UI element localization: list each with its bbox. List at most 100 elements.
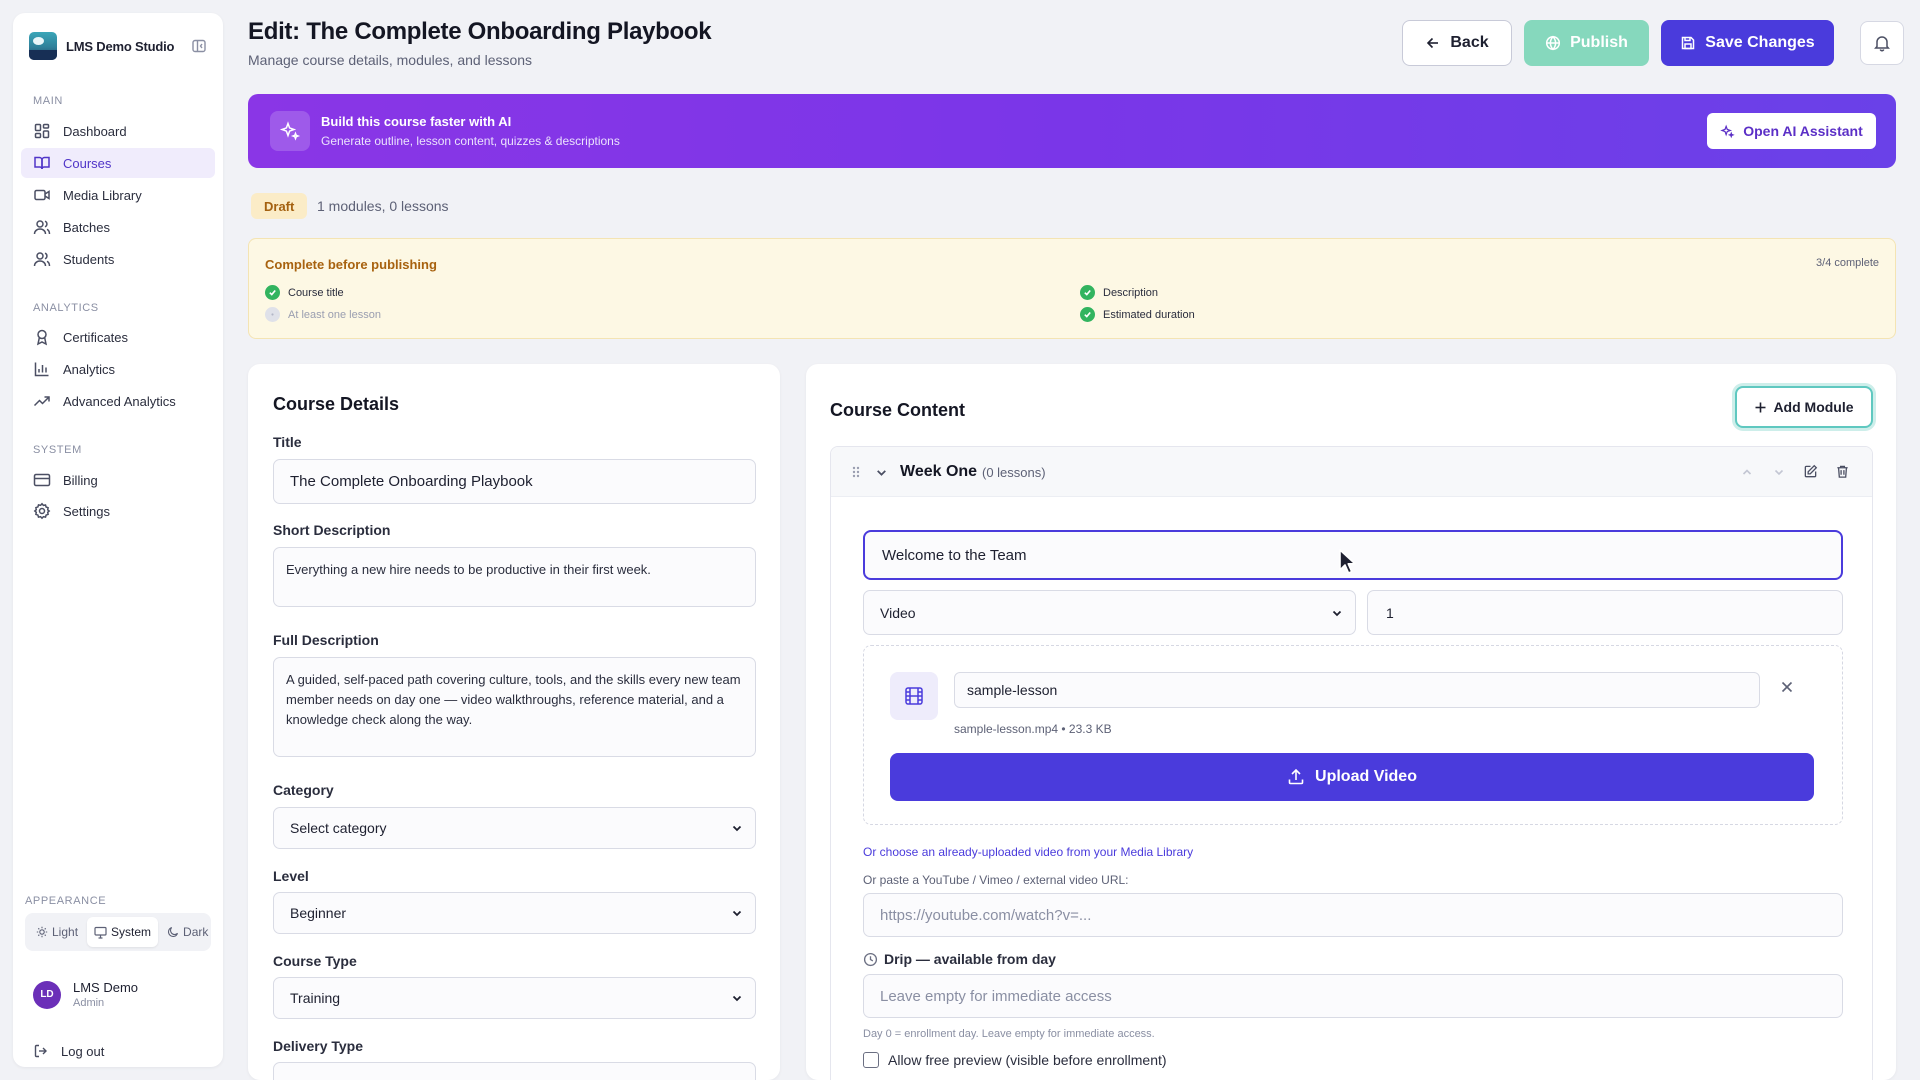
checklist-item: Course title (265, 285, 344, 300)
category-select[interactable]: Select category (273, 807, 756, 849)
bar-chart-icon (33, 360, 51, 378)
save-changes-button[interactable]: Save Changes (1661, 20, 1834, 66)
back-button-label: Back (1450, 34, 1489, 51)
monitor-icon (94, 926, 107, 939)
globe-icon (1545, 35, 1561, 51)
ai-banner-title: Build this course faster with AI (321, 114, 512, 129)
move-down-icon[interactable] (1773, 466, 1785, 478)
logout-button[interactable]: Log out (33, 1043, 104, 1059)
notifications-button[interactable] (1860, 21, 1904, 65)
drip-label: Drip — available from day (863, 951, 1056, 967)
title-label: Title (273, 434, 302, 450)
free-preview-checkbox[interactable] (863, 1052, 879, 1068)
publish-button-label: Publish (1570, 34, 1628, 51)
close-icon[interactable] (1780, 680, 1794, 694)
sidebar-item-label: Certificates (63, 329, 129, 345)
video-upload-zone: sample-lesson sample-lesson.mp4 • 23.3 K… (863, 645, 1843, 825)
media-library-link[interactable]: Or choose an already-uploaded video from… (863, 845, 1193, 859)
drip-day-input[interactable]: Leave empty for immediate access (863, 974, 1843, 1018)
bell-icon (1873, 34, 1891, 52)
gear-icon (33, 502, 51, 520)
dashboard-icon (33, 122, 51, 140)
appearance-label: APPEARANCE (25, 895, 107, 907)
theme-light-option[interactable]: Light (29, 917, 85, 947)
sidebar-item-label: Dashboard (63, 123, 127, 139)
drag-handle-icon[interactable] (851, 465, 861, 479)
course-content-heading: Course Content (830, 400, 965, 420)
arrow-left-icon (1425, 35, 1441, 51)
video-icon (33, 186, 51, 204)
checklist-item-label: Description (1103, 286, 1159, 299)
save-changes-label: Save Changes (1705, 34, 1815, 51)
short-description-textarea[interactable]: Everything a new hire needs to be produc… (273, 547, 756, 607)
short-description-label: Short Description (273, 522, 391, 538)
upload-video-label: Upload Video (1315, 768, 1417, 785)
sidebar-item-advanced-analytics[interactable]: Advanced Analytics (21, 386, 215, 416)
lesson-order-input[interactable]: 1 (1367, 590, 1843, 635)
drip-label-text: Drip — available from day (884, 951, 1056, 967)
chevron-down-icon (731, 907, 743, 919)
checklist-item-label: Estimated duration (1103, 308, 1195, 321)
module-panel: Week One (0 lessons) Welcome to the Team… (830, 446, 1873, 1080)
checklist-item: Estimated duration (1080, 307, 1195, 322)
sidebar-item-students[interactable]: Students (21, 244, 215, 274)
sidebar-item-analytics[interactable]: Analytics (21, 354, 215, 384)
module-lesson-count: (0 lessons) (982, 465, 1046, 480)
upload-video-button[interactable]: Upload Video (890, 753, 1814, 801)
lesson-type-select[interactable]: Video (863, 590, 1356, 635)
user-role: Admin (73, 997, 105, 1009)
move-up-icon[interactable] (1741, 466, 1753, 478)
sidebar-item-label: Analytics (63, 361, 116, 377)
page-subtitle: Manage course details, modules, and less… (248, 52, 533, 68)
course-type-select-value: Training (290, 990, 341, 1006)
sparkles-icon (1720, 124, 1735, 139)
full-description-label: Full Description (273, 632, 379, 648)
award-icon (33, 328, 51, 346)
sidebar-item-media-library[interactable]: Media Library (21, 180, 215, 210)
checklist-item-label: At least one lesson (288, 308, 381, 321)
check-circle-icon (1080, 285, 1095, 300)
edit-icon[interactable] (1803, 464, 1818, 479)
avatar: LD (33, 980, 61, 1009)
publish-button[interactable]: Publish (1524, 20, 1649, 66)
sidebar-item-billing[interactable]: Billing (21, 465, 215, 495)
add-module-button[interactable]: Add Module (1735, 386, 1873, 428)
trash-icon[interactable] (1835, 464, 1850, 479)
sidebar-item-dashboard[interactable]: Dashboard (21, 116, 215, 146)
full-description-textarea[interactable]: A guided, self-paced path covering cultu… (273, 657, 756, 757)
sidebar-item-label: Media Library (63, 187, 142, 203)
mouse-cursor-icon (1338, 548, 1360, 576)
open-ai-assistant-button[interactable]: Open AI Assistant (1707, 113, 1876, 149)
sparkles-icon (270, 111, 310, 151)
course-details-card: Course Details Title The Complete Onboar… (248, 364, 780, 1080)
video-file-name-input[interactable]: sample-lesson (954, 672, 1760, 708)
sidebar-item-label: Billing (63, 472, 98, 488)
trending-up-icon (33, 392, 51, 410)
video-url-input[interactable]: https://youtube.com/watch?v=... (863, 893, 1843, 937)
chevron-down-icon[interactable] (875, 466, 888, 479)
course-type-select[interactable]: Training (273, 977, 756, 1019)
delivery-type-select[interactable] (273, 1062, 756, 1080)
plus-icon (1754, 401, 1767, 414)
title-input[interactable]: The Complete Onboarding Playbook (273, 459, 756, 504)
level-select[interactable]: Beginner (273, 892, 756, 934)
sidebar-item-label: Courses (63, 155, 112, 171)
sidebar-item-courses[interactable]: Courses (21, 148, 215, 178)
free-preview-option: Allow free preview (visible before enrol… (863, 1052, 1167, 1068)
credit-card-icon (33, 471, 51, 489)
theme-switcher: Light System Dark (25, 913, 211, 951)
theme-dark-option[interactable]: Dark (160, 917, 215, 947)
sidebar-item-settings[interactable]: Settings (21, 496, 215, 526)
theme-system-option[interactable]: System (87, 917, 159, 947)
open-ai-assistant-label: Open AI Assistant (1743, 123, 1863, 139)
lesson-type-value: Video (880, 604, 916, 621)
sidebar-item-label: Students (63, 251, 115, 267)
theme-option-label: Dark (183, 925, 209, 939)
theme-option-label: Light (52, 925, 79, 939)
sidebar: LMS Demo Studio MAIN Dashboard Courses M… (13, 13, 223, 1067)
sidebar-item-batches[interactable]: Batches (21, 212, 215, 242)
back-button[interactable]: Back (1402, 20, 1512, 66)
user-profile[interactable]: LD LMS Demo Admin (33, 980, 138, 1009)
sidebar-item-certificates[interactable]: Certificates (21, 322, 215, 352)
sidebar-collapse-icon[interactable] (191, 38, 207, 54)
